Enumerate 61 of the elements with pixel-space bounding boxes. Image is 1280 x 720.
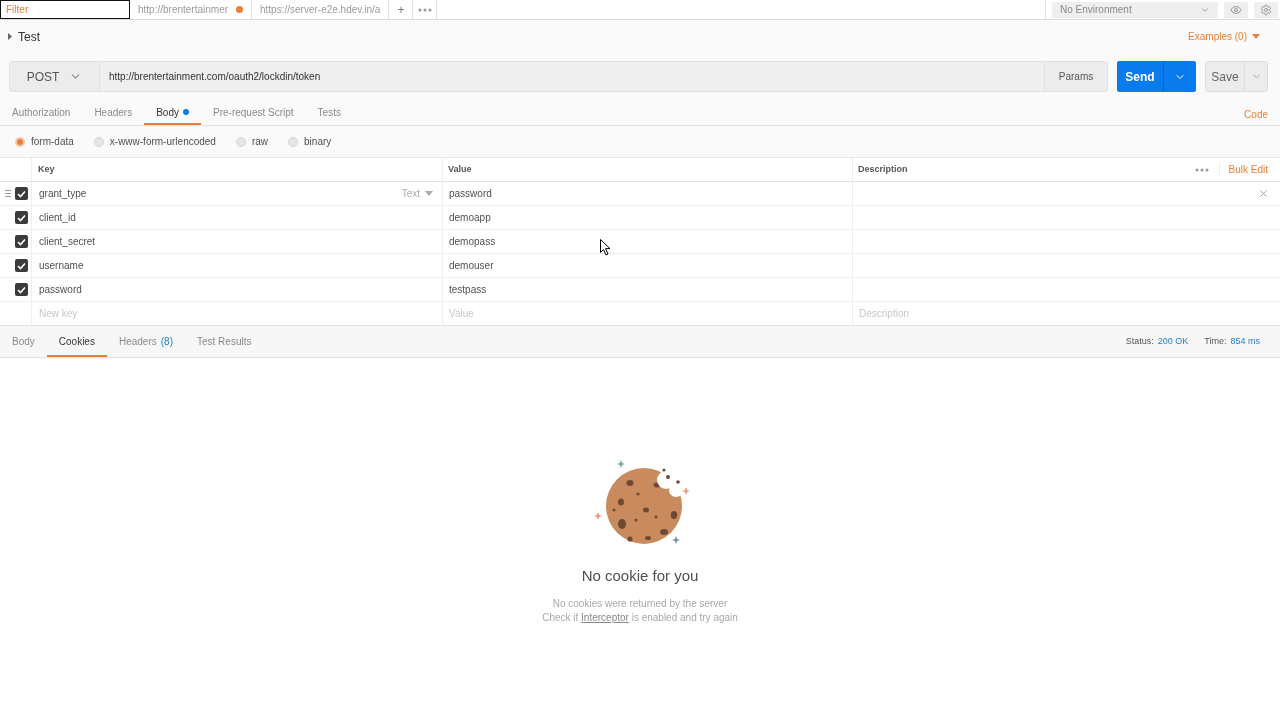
column-header: Value bbox=[443, 158, 853, 181]
status-label: Status: bbox=[1125, 334, 1154, 348]
expand-caret-icon bbox=[8, 33, 12, 40]
key-cell[interactable]: grant_type bbox=[32, 186, 94, 201]
checkbox[interactable] bbox=[15, 187, 28, 200]
mouse-pointer-icon bbox=[600, 239, 611, 256]
eye-icon bbox=[1230, 3, 1242, 16]
examples-dropdown[interactable]: Examples (0) bbox=[1188, 29, 1260, 44]
filter-field[interactable]: Filter bbox=[0, 0, 130, 19]
new-tab-button[interactable]: + bbox=[389, 0, 414, 19]
params-button[interactable]: Params bbox=[1044, 61, 1108, 92]
value-cell[interactable]: testpass bbox=[443, 282, 493, 297]
time-label: Time: bbox=[1204, 334, 1227, 348]
status-value: 200 OK bbox=[1157, 334, 1189, 348]
value-cell[interactable]: demopass bbox=[443, 234, 502, 249]
body-mode-radio[interactable]: form-data bbox=[15, 134, 74, 149]
value-cell[interactable]: demoapp bbox=[443, 210, 497, 225]
key-cell[interactable]: client_secret bbox=[32, 234, 103, 249]
response-tab[interactable]: Body bbox=[0, 326, 47, 357]
environment-dropdown[interactable]: No Environment bbox=[1052, 1, 1218, 18]
settings-button[interactable] bbox=[1254, 1, 1278, 18]
drag-handle-icon[interactable] bbox=[5, 190, 11, 197]
checkbox[interactable] bbox=[15, 235, 28, 248]
more-tabs-icon[interactable] bbox=[417, 7, 432, 12]
request-section-tab[interactable]: Pre-request Script bbox=[201, 101, 306, 125]
column-header: Description bbox=[857, 162, 909, 176]
eye-button[interactable] bbox=[1224, 1, 1248, 18]
column-header: Key bbox=[32, 158, 443, 181]
more-options-icon[interactable] bbox=[1194, 167, 1209, 172]
settings-icon bbox=[1260, 3, 1272, 16]
body-mode-radio[interactable]: raw bbox=[235, 134, 269, 149]
body-mode-radio[interactable]: binary bbox=[288, 134, 332, 149]
key-cell[interactable]: username bbox=[32, 258, 91, 273]
checkbox[interactable] bbox=[15, 283, 28, 296]
request-section-tab[interactable]: Authorization bbox=[0, 101, 83, 125]
empty-state-message: No cookies were returned by the server bbox=[552, 596, 728, 611]
response-tab[interactable]: Headers (8) bbox=[106, 326, 185, 357]
method-dropdown[interactable]: POST bbox=[9, 61, 100, 92]
value-cell[interactable]: demouser bbox=[443, 258, 500, 273]
url-field[interactable]: http://brentertainment.com/oauth2/lockdin/token bbox=[100, 61, 1044, 92]
request-name[interactable]: Test bbox=[8, 27, 40, 46]
request-section-tab[interactable]: Tests bbox=[305, 101, 353, 125]
caret-icon bbox=[425, 191, 433, 196]
request-section-tab[interactable]: Body bbox=[144, 101, 201, 125]
empty-state-title: No cookie for you bbox=[581, 566, 699, 586]
body-mode-radio[interactable]: x-www-form-urlencoded bbox=[93, 134, 216, 149]
key-cell[interactable]: client_id bbox=[32, 210, 83, 225]
checkbox[interactable] bbox=[15, 259, 28, 272]
time-value: 854 ms bbox=[1230, 334, 1260, 348]
response-tab[interactable]: Test Results bbox=[185, 326, 264, 357]
send-options-button[interactable] bbox=[1163, 61, 1196, 92]
checkbox[interactable] bbox=[15, 211, 28, 224]
request-section-tab[interactable]: Headers bbox=[82, 101, 145, 125]
key-cell[interactable]: password bbox=[32, 282, 89, 297]
interceptor-link[interactable]: Interceptor bbox=[581, 611, 629, 623]
caret-icon bbox=[1252, 34, 1260, 39]
value-cell[interactable]: password bbox=[443, 186, 498, 201]
code-link[interactable]: Code bbox=[1244, 104, 1268, 122]
bulk-edit-link[interactable]: Bulk Edit bbox=[1218, 162, 1268, 177]
empty-state-hint: Check if Interceptor is enabled and try again bbox=[542, 610, 738, 625]
delete-row-icon[interactable] bbox=[1258, 188, 1269, 199]
